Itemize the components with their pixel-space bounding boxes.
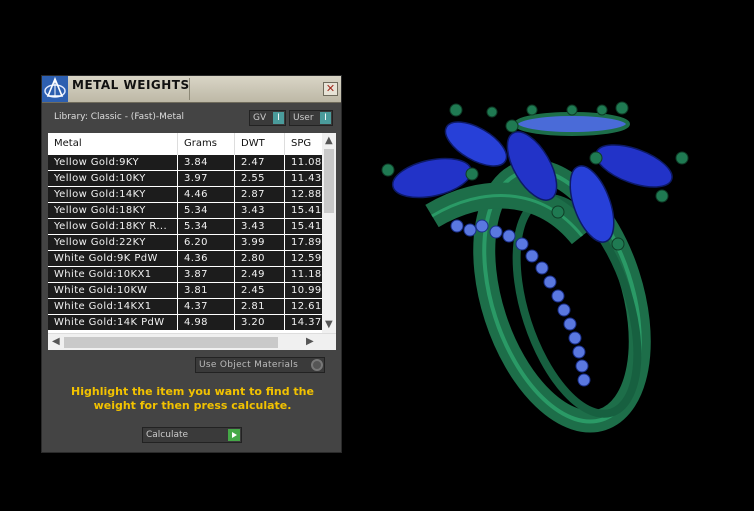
table-row[interactable]: Yellow Gold:18KY 5.34 3.43 15.41 [48, 203, 328, 219]
scroll-down-icon[interactable]: ▼ [325, 319, 333, 331]
table-row[interactable]: White Gold:10KX1 3.87 2.49 11.18 [48, 267, 328, 283]
horizontal-scrollbar[interactable]: ◀ ▶ [48, 333, 336, 350]
column-header-dwt[interactable]: DWT [235, 133, 285, 155]
grams-cell: 5.34 [178, 219, 235, 234]
metal-weights-panel: METAL WEIGHTS ✕ Library: Classic - (Fast… [41, 75, 342, 453]
table-row[interactable]: Yellow Gold:14KY 4.46 2.87 12.88 [48, 187, 328, 203]
grams-cell: 4.98 [178, 315, 235, 330]
grams-cell: 3.87 [178, 267, 235, 282]
use-object-materials-toggle[interactable]: Use Object Materials [195, 357, 325, 373]
metal-cell: White Gold:9K PdW [48, 251, 178, 266]
dwt-cell: 3.43 [235, 203, 285, 218]
panel-titlebar[interactable]: METAL WEIGHTS ✕ [42, 76, 341, 103]
vertical-scrollbar[interactable]: ▲ ▼ [322, 133, 336, 333]
title-divider [189, 78, 190, 100]
table-row[interactable]: White Gold:9K PdW 4.36 2.80 12.59 [48, 251, 328, 267]
metal-cell: White Gold:14KX1 [48, 299, 178, 314]
metal-cell: Yellow Gold:18KY R... [48, 219, 178, 234]
scroll-up-icon[interactable]: ▲ [325, 135, 333, 147]
dwt-cell: 3.20 [235, 315, 285, 330]
grams-cell: 4.46 [178, 187, 235, 202]
gv-toggle[interactable]: GV I [249, 110, 286, 126]
rhino-logo-icon [42, 76, 68, 102]
grams-cell: 3.81 [178, 283, 235, 298]
calculate-label: Calculate [146, 430, 189, 440]
use-object-materials-label: Use Object Materials [199, 360, 299, 370]
table-row[interactable]: Yellow Gold:10KY 3.97 2.55 11.43 [48, 171, 328, 187]
calculate-button[interactable]: Calculate [142, 427, 242, 443]
metal-cell: White Gold:10KW [48, 283, 178, 298]
metal-cell: Yellow Gold:22KY [48, 235, 178, 250]
instruction-text: Highlight the item you want to find the … [71, 385, 314, 412]
close-button[interactable]: ✕ [323, 82, 338, 96]
table-row[interactable]: Yellow Gold:9KY 3.84 2.47 11.08 [48, 155, 328, 171]
play-arrow-icon [228, 429, 240, 441]
grams-cell: 6.20 [178, 235, 235, 250]
column-header-grams[interactable]: Grams [178, 133, 235, 155]
metal-cell: Yellow Gold:10KY [48, 171, 178, 186]
ring-3d-render [381, 101, 689, 433]
grams-cell: 4.37 [178, 299, 235, 314]
grams-cell: 3.84 [178, 155, 235, 170]
table-row[interactable]: White Gold:14KX1 4.37 2.81 12.61 [48, 299, 328, 315]
metal-cell: White Gold:14K PdW [48, 315, 178, 330]
metal-cell: White Gold:10KX1 [48, 267, 178, 282]
table-row[interactable]: Yellow Gold:22KY 6.20 3.99 17.89 [48, 235, 328, 251]
metal-cell: Yellow Gold:14KY [48, 187, 178, 202]
metal-cell: Yellow Gold:18KY [48, 203, 178, 218]
grams-cell: 3.97 [178, 171, 235, 186]
grams-cell: 5.34 [178, 203, 235, 218]
table-row[interactable]: Yellow Gold:18KY R... 5.34 3.43 15.41 [48, 219, 328, 235]
dwt-cell: 2.55 [235, 171, 285, 186]
dwt-cell: 2.45 [235, 283, 285, 298]
metal-weights-table[interactable]: Metal Grams DWT SPG Yellow Gold:9KY 3.84 2… [48, 133, 336, 350]
panel-title: METAL WEIGHTS [72, 78, 190, 92]
dwt-cell: 2.80 [235, 251, 285, 266]
table-row[interactable]: White Gold:10KW 3.81 2.45 10.99 [48, 283, 328, 299]
dwt-cell: 2.87 [235, 187, 285, 202]
library-label: Library: Classic - (Fast)-Metal [54, 112, 185, 122]
gv-toggle-label: GV [253, 113, 267, 123]
vertical-scroll-thumb[interactable] [324, 149, 334, 213]
horizontal-scroll-thumb[interactable] [64, 337, 278, 348]
metal-cell: Yellow Gold:9KY [48, 155, 178, 170]
user-toggle-label: User [293, 113, 314, 123]
scroll-right-icon[interactable]: ▶ [306, 336, 314, 348]
table-row[interactable]: White Gold:14K PdW 4.98 3.20 14.37 [48, 315, 328, 331]
column-header-metal[interactable]: Metal [48, 133, 178, 155]
dwt-cell: 2.81 [235, 299, 285, 314]
marquise-gems [391, 112, 673, 243]
dwt-cell: 3.99 [235, 235, 285, 250]
dwt-cell: 3.43 [235, 219, 285, 234]
grams-cell: 4.36 [178, 251, 235, 266]
table-header: Metal Grams DWT SPG [48, 133, 328, 156]
gv-indicator: I [273, 112, 284, 124]
close-icon: ✕ [325, 82, 336, 95]
radio-indicator-icon [311, 359, 323, 371]
dwt-cell: 2.49 [235, 267, 285, 282]
dwt-cell: 2.47 [235, 155, 285, 170]
user-indicator: I [320, 112, 331, 124]
user-toggle[interactable]: User I [289, 110, 333, 126]
scroll-left-icon[interactable]: ◀ [52, 336, 60, 348]
